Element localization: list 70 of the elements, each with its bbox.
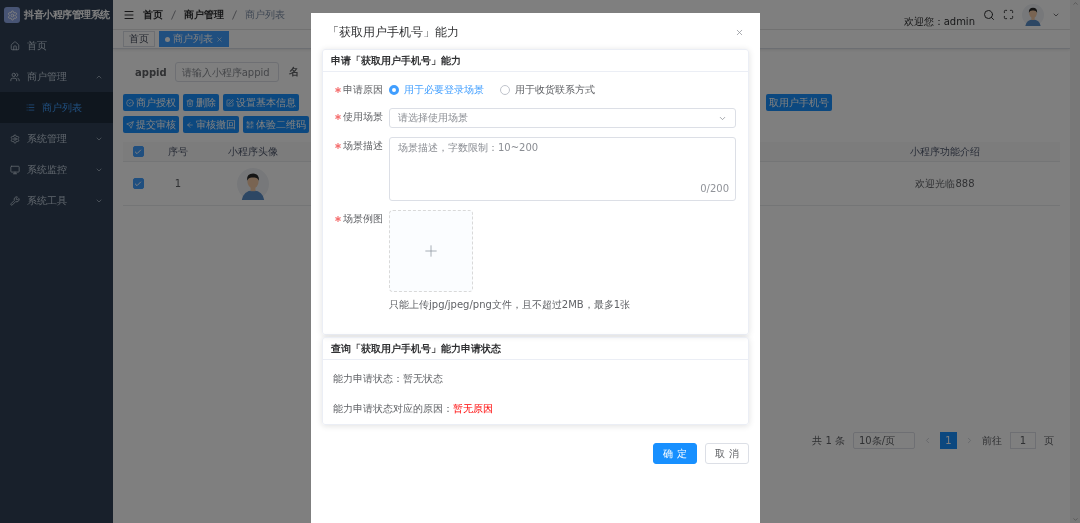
field-label: 场景描述 xyxy=(343,139,383,153)
check-circle-icon xyxy=(126,98,134,107)
radio-option[interactable]: 用于必要登录场景 xyxy=(389,83,484,97)
card-title: 申请「获取用户手机号」能力 xyxy=(323,50,748,72)
breadcrumb-item[interactable]: 首页 xyxy=(143,7,163,22)
app-title: 抖音小程序管理系统 xyxy=(24,8,110,22)
goto-label: 前往 xyxy=(982,433,1002,448)
gear-icon xyxy=(10,133,20,144)
welcome-text: 欢迎您：admin xyxy=(903,14,975,29)
home-icon xyxy=(10,40,20,51)
plus-icon xyxy=(422,242,440,260)
separator-icon xyxy=(232,9,237,20)
breadcrumb-item[interactable]: 商户管理 xyxy=(184,7,224,22)
sidebar-subitem[interactable]: 商户列表 xyxy=(0,92,113,123)
scroll-down-icon[interactable] xyxy=(1071,516,1079,523)
avatar-icon xyxy=(237,167,269,200)
scrollbar[interactable] xyxy=(1070,0,1080,523)
radio-option[interactable]: 用于收货联系方式 xyxy=(500,83,595,97)
people-icon xyxy=(10,71,20,82)
table-cell: 1 xyxy=(153,162,203,206)
scene-select[interactable]: 请选择使用场景 xyxy=(389,108,736,128)
description-field[interactable]: 场景描述，字数限制：10~200 0/200 xyxy=(389,137,736,201)
close-icon[interactable] xyxy=(216,35,223,43)
edit-icon xyxy=(226,98,234,107)
page-suffix: 页 xyxy=(1044,433,1054,448)
dialog-title: 「获取用户手机号」能力 xyxy=(327,23,459,41)
field-label: 场景例图 xyxy=(343,212,383,226)
checkbox[interactable] xyxy=(132,178,144,189)
scroll-up-icon[interactable] xyxy=(1071,0,1079,7)
status-line: 能力申请状态：暂无状态 xyxy=(333,372,444,386)
field-label: appid xyxy=(135,66,167,78)
confirm-button[interactable]: 确 定 xyxy=(653,443,697,464)
field-label: 申请原因 xyxy=(343,83,383,97)
toolbar-button[interactable]: 提交审核 xyxy=(123,116,179,133)
field-label: 名 xyxy=(288,65,299,79)
page-tab[interactable]: 商户列表 xyxy=(159,31,229,47)
monitor-icon xyxy=(10,164,20,175)
table-cell: 欢迎光临888 xyxy=(830,162,1060,206)
page-button[interactable]: 1 xyxy=(940,432,957,449)
menu-icon[interactable] xyxy=(123,8,135,21)
toolbar-button[interactable]: 审核撤回 xyxy=(183,116,239,133)
upload-hint: 只能上传jpg/jpeg/png文件，且不超过2MB，最多1张 xyxy=(389,298,632,312)
separator-icon xyxy=(171,9,176,20)
close-icon[interactable] xyxy=(735,27,744,37)
page-size-select[interactable]: 10条/页 xyxy=(853,432,915,449)
upload-area[interactable] xyxy=(389,210,473,292)
toolbar-button[interactable]: 体验二维码 xyxy=(243,116,309,133)
trash-icon xyxy=(186,98,194,107)
logo-icon xyxy=(4,7,20,23)
page-input[interactable]: 1 xyxy=(1010,432,1036,449)
send-icon xyxy=(126,120,134,129)
avatar-icon xyxy=(1022,3,1044,26)
toolbar-button[interactable]: 取用户手机号 xyxy=(766,94,832,111)
status-line: 能力申请状态对应的原因：暂无原因 xyxy=(333,402,494,416)
qr-code-icon xyxy=(246,120,254,129)
field-label: 使用场景 xyxy=(343,110,383,124)
card-title: 查询「获取用户手机号」能力申请状态 xyxy=(323,338,748,360)
fullscreen-icon[interactable] xyxy=(1003,9,1014,20)
search-icon[interactable] xyxy=(983,8,995,21)
checkbox[interactable] xyxy=(132,146,144,157)
toolbar-button[interactable]: 商户授权 xyxy=(123,94,179,111)
toolbar-button[interactable]: 删除 xyxy=(183,94,219,111)
sidebar-item[interactable]: 首页 xyxy=(0,30,113,61)
cancel-button[interactable]: 取 消 xyxy=(705,443,749,464)
page-tab[interactable]: 首页 xyxy=(123,31,155,47)
total-count: 共 1 条 xyxy=(812,433,845,448)
wrench-icon xyxy=(10,195,20,206)
arrow-left-icon xyxy=(186,120,194,129)
list-icon xyxy=(26,103,35,112)
toolbar-button[interactable]: 设置基本信息 xyxy=(223,94,299,111)
